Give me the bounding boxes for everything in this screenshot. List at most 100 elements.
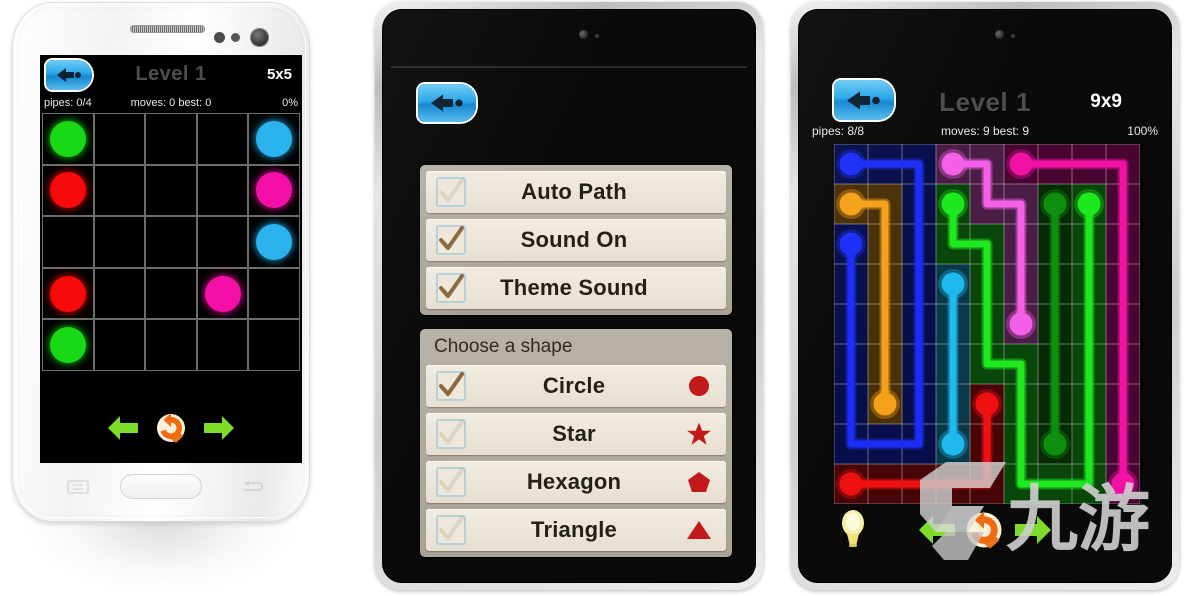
endpoint-dot[interactable] [49,327,86,364]
endpoint-dot [1043,432,1067,456]
grid-cell[interactable] [93,216,146,268]
hint-button[interactable] [838,508,868,550]
shape-checkbox[interactable] [436,419,466,449]
board-size-label: 9x9 [1090,91,1122,112]
grid-cell[interactable] [145,319,197,371]
endpoint-dot[interactable] [256,120,293,157]
checkmark-icon [439,468,464,492]
phone-reflection [28,522,296,592]
home-button[interactable] [120,474,202,499]
option-label: Auto Path [521,179,627,204]
game-control-bar [798,504,1172,560]
grid-cell[interactable] [93,319,146,371]
back-softkey-icon[interactable] [242,480,264,494]
grid-cell[interactable] [196,267,249,320]
option-checkbox[interactable] [436,273,466,303]
grid-cell[interactable] [196,113,249,165]
moves-counter: moves: 0 best: 0 [130,97,212,109]
proximity-sensor-icon [214,32,225,43]
grid-cell[interactable] [42,267,94,320]
previous-level-button[interactable] [105,412,141,444]
settings-options-panel: Auto Path Sound On Theme Sound [420,165,732,315]
grid-cell[interactable] [248,319,300,371]
endpoint-dot [975,392,999,416]
game-tablet-device: Level 1 9x9 pipes: 8/8 moves: 9 best: 9 … [791,2,1179,590]
phone-game-statusbar: pipes: 0/4 moves: 0 best: 0 0% [40,97,302,112]
divider [391,66,747,68]
endpoint-dot [941,272,965,296]
grid-cell[interactable] [93,164,146,217]
shape-option-row[interactable]: Star [426,413,726,455]
grid-cell[interactable] [248,267,300,320]
endpoint-dot[interactable] [49,275,86,312]
endpoint-dot[interactable] [256,172,293,209]
endpoint-dot[interactable] [49,172,86,209]
endpoint-dot [873,392,897,416]
shape-option-row[interactable]: Hexagon [426,461,726,503]
endpoint-dot [941,192,965,216]
menu-softkey-icon[interactable] [67,480,89,494]
shape-option-row[interactable]: Circle [426,365,726,407]
endpoint-dot [1077,192,1101,216]
endpoint-dot [1043,192,1067,216]
puzzle-grid[interactable] [42,113,300,371]
grid-cell[interactable] [42,216,94,268]
grid-cell[interactable] [248,164,300,217]
next-level-button[interactable] [1012,512,1054,548]
shape-checkbox[interactable] [436,515,466,545]
grid-cell[interactable] [145,216,197,268]
settings-option-row[interactable]: Auto Path [426,171,726,213]
checkmark-icon [439,274,464,298]
option-checkbox[interactable] [436,225,466,255]
restart-level-button[interactable] [155,412,187,444]
settings-option-row[interactable]: Theme Sound [426,267,726,309]
board-size-label: 5x5 [266,66,292,83]
endpoint-dot[interactable] [256,223,293,260]
circle-shape-icon [689,376,709,396]
option-label: Theme Sound [500,275,648,300]
phone-control-bar [40,405,302,451]
phone-screen: Level 1 5x5 pipes: 0/4 moves: 0 best: 0 … [40,55,302,463]
grid-cell[interactable] [42,113,94,165]
option-checkbox[interactable] [436,177,466,207]
grid-cell[interactable] [196,164,249,217]
grid-cell[interactable] [248,113,300,165]
grid-cell[interactable] [93,113,146,165]
grid-cell[interactable] [196,216,249,268]
shape-preview [682,470,716,494]
next-level-button[interactable] [201,412,237,444]
shape-checkbox[interactable] [436,467,466,497]
settings-option-row[interactable]: Sound On [426,219,726,261]
page-title: Level 1 [135,63,207,85]
light-sensor-icon [231,33,240,42]
progress-percent: 0% [282,97,298,109]
front-camera-icon [995,30,1004,39]
endpoint-dot [1009,312,1033,336]
back-button[interactable] [418,84,476,122]
grid-cell[interactable] [42,164,94,217]
progress-percent: 100% [1127,124,1158,138]
checkmark-icon [439,516,464,540]
shape-option-row[interactable]: Triangle [426,509,726,551]
shape-chooser-panel: Choose a shape Circle Star Hexagon Triangle [420,329,732,557]
grid-cell[interactable] [196,319,249,371]
endpoint-dot[interactable] [49,120,86,157]
shape-preview [682,374,716,398]
endpoint-dot [941,432,965,456]
grid-cell[interactable] [145,267,197,320]
grid-cell[interactable] [248,216,300,268]
restart-level-button[interactable] [964,510,1004,550]
endpoint-dot [839,472,863,496]
screenshot-stage: Level 1 5x5 pipes: 0/4 moves: 0 best: 0 … [0,0,1184,596]
grid-cell[interactable] [93,267,146,320]
puzzle-grid[interactable] [833,143,1141,505]
endpoint-dot[interactable] [204,275,241,312]
endpoint-dot [1111,472,1135,496]
option-label: Sound On [520,227,628,252]
grid-cell[interactable] [145,164,197,217]
previous-level-button[interactable] [916,512,958,548]
grid-cell[interactable] [42,319,94,371]
shape-checkbox[interactable] [436,371,466,401]
grid-cell[interactable] [145,113,197,165]
checkmark-icon [439,372,464,396]
